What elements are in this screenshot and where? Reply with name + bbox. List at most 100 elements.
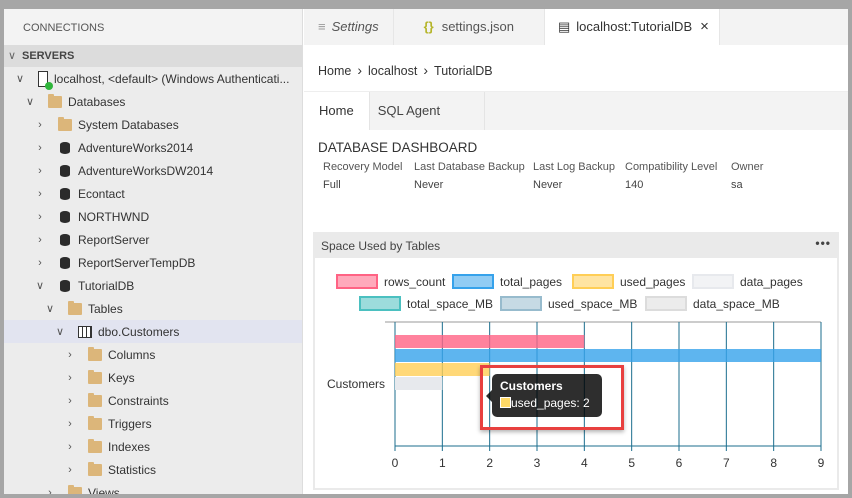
x-tick-label: 4 <box>581 456 588 470</box>
x-tick-label: 8 <box>770 456 777 470</box>
chevron-right-icon[interactable]: › <box>32 257 48 269</box>
tree-item[interactable]: › ReportServerTempDB <box>4 251 302 274</box>
legend-label: data_space_MB <box>693 297 780 311</box>
property: Last Database Backup Never <box>414 161 533 191</box>
property-value: sa <box>731 179 743 191</box>
chevron-right-icon[interactable]: › <box>32 188 48 200</box>
tree-item-label: TutorialDB <box>78 278 135 293</box>
x-tick-label: 0 <box>392 456 399 470</box>
tree-item[interactable]: › Triggers <box>4 412 302 435</box>
property: Owner sa <box>731 161 781 191</box>
chevron-down-icon[interactable]: ∨ <box>32 279 48 292</box>
breadcrumb-tutorialdb[interactable]: TutorialDB <box>434 64 493 78</box>
servers-label: SERVERS <box>22 50 75 62</box>
folder-icon <box>88 415 102 430</box>
tree-item[interactable]: › Views <box>4 481 302 494</box>
tree-item[interactable]: › AdventureWorksDW2014 <box>4 159 302 182</box>
legend-label: data_pages <box>740 275 803 289</box>
chevron-down-icon[interactable]: ∨ <box>22 95 38 108</box>
more-actions-icon[interactable]: ••• <box>815 229 831 257</box>
chevron-down-icon[interactable]: ∨ <box>42 302 58 315</box>
database-icon <box>60 164 70 177</box>
tree-item[interactable]: › Econtact <box>4 182 302 205</box>
legend-swatch <box>692 274 734 289</box>
folder-icon <box>88 392 102 407</box>
database-icon <box>60 279 70 292</box>
tab-label: settings.json <box>441 19 514 34</box>
tree-item-label: Triggers <box>108 416 152 431</box>
chevron-down-icon: ∨ <box>8 50 17 62</box>
x-tick-label: 9 <box>818 456 825 470</box>
x-tick-label: 5 <box>628 456 635 470</box>
legend-label: used_pages <box>620 275 685 289</box>
chevron-right-icon[interactable]: › <box>32 211 48 223</box>
connections-title: CONNECTIONS <box>4 9 302 45</box>
x-tick-label: 7 <box>723 456 730 470</box>
tree-item-label: dbo.Customers <box>98 324 180 339</box>
tab-settings[interactable]: ≡ Settings <box>304 9 394 45</box>
tree-item[interactable]: ∨ TutorialDB <box>4 274 302 297</box>
x-tick-label: 1 <box>439 456 446 470</box>
chevron-down-icon[interactable]: ∨ <box>12 72 28 85</box>
chevron-right-icon[interactable]: › <box>62 395 78 407</box>
legend-swatch <box>572 274 614 289</box>
chevron-right-icon[interactable]: › <box>32 119 48 131</box>
tab-label: Settings <box>331 19 379 34</box>
close-icon[interactable]: × <box>700 18 709 35</box>
tree-item[interactable]: › Constraints <box>4 389 302 412</box>
database-icon <box>60 141 70 154</box>
tree-item[interactable]: › NORTHWND <box>4 205 302 228</box>
property-label: Last Log Backup <box>533 161 615 173</box>
servers-section-header[interactable]: ∨ SERVERS <box>4 45 302 67</box>
chevron-right-icon[interactable]: › <box>32 234 48 246</box>
chevron-right-icon[interactable]: › <box>62 349 78 361</box>
tab-home[interactable]: Home <box>304 92 370 130</box>
database-icon <box>60 187 70 200</box>
tree-item[interactable]: › ReportServer <box>4 228 302 251</box>
property-label: Compatibility Level <box>625 161 718 173</box>
property-value: 140 <box>625 179 644 191</box>
chevron-right-icon[interactable]: › <box>32 142 48 154</box>
tree-item[interactable]: › Columns <box>4 343 302 366</box>
space-used-widget: Space Used by Tables ••• rows_count total_… <box>313 232 839 490</box>
tree-item[interactable]: › Statistics <box>4 458 302 481</box>
tree-item[interactable]: › System Databases <box>4 113 302 136</box>
editor-tabs: ≡ Settings {} settings.json ▤ localhost:Tut… <box>304 9 848 45</box>
tab-sql-agent[interactable]: SQL Agent <box>370 92 486 130</box>
tree-item[interactable]: ∨ localhost, <default> (Windows Authentic… <box>4 67 302 90</box>
tree-item-label: Statistics <box>108 462 157 477</box>
tree-item-label: Econtact <box>78 186 125 201</box>
json-braces-icon: {} <box>423 19 434 34</box>
tree-item[interactable]: › Keys <box>4 366 302 389</box>
property-value: Never <box>533 179 563 191</box>
property-value: Full <box>323 179 341 191</box>
chevron-right-icon[interactable]: › <box>62 418 78 430</box>
property: Recovery Model Full <box>323 161 414 191</box>
chevron-right-icon[interactable]: › <box>42 487 58 495</box>
tab-settings-json[interactable]: {} settings.json <box>394 9 545 45</box>
chevron-right-icon[interactable]: › <box>62 372 78 384</box>
tree-item[interactable]: ∨ Tables <box>4 297 302 320</box>
tree-item-label: Views <box>88 485 120 495</box>
legend-swatch <box>336 274 378 289</box>
database-properties: Recovery Model Full Last Database Backup Ne… <box>323 161 848 191</box>
editor-area: ≡ Settings {} settings.json ▤ localhost:Tut… <box>304 9 848 494</box>
tree-item-label: Columns <box>108 347 156 362</box>
tree-item[interactable]: ∨ Databases <box>4 90 302 113</box>
tree-item-label: Constraints <box>108 393 169 408</box>
tab-localhost-tutorialdb[interactable]: ▤ localhost:TutorialDB × <box>544 9 720 45</box>
object-explorer-tree: ∨ localhost, <default> (Windows Authentic… <box>4 67 302 494</box>
chevron-right-icon[interactable]: › <box>62 441 78 453</box>
folder-icon <box>58 116 72 131</box>
property: Last Log Backup Never <box>533 161 625 191</box>
tree-item[interactable]: › AdventureWorks2014 <box>4 136 302 159</box>
chevron-right-icon[interactable]: › <box>32 165 48 177</box>
tree-item[interactable]: ∨ dbo.Customers <box>4 320 302 343</box>
tree-item[interactable]: › Indexes <box>4 435 302 458</box>
chevron-down-icon[interactable]: ∨ <box>52 325 68 338</box>
table-icon <box>78 325 92 338</box>
breadcrumb-home[interactable]: Home <box>318 64 351 78</box>
chevron-right-icon[interactable]: › <box>62 464 78 476</box>
bar-rows_count <box>395 335 585 348</box>
breadcrumb-localhost[interactable]: localhost <box>368 64 417 78</box>
